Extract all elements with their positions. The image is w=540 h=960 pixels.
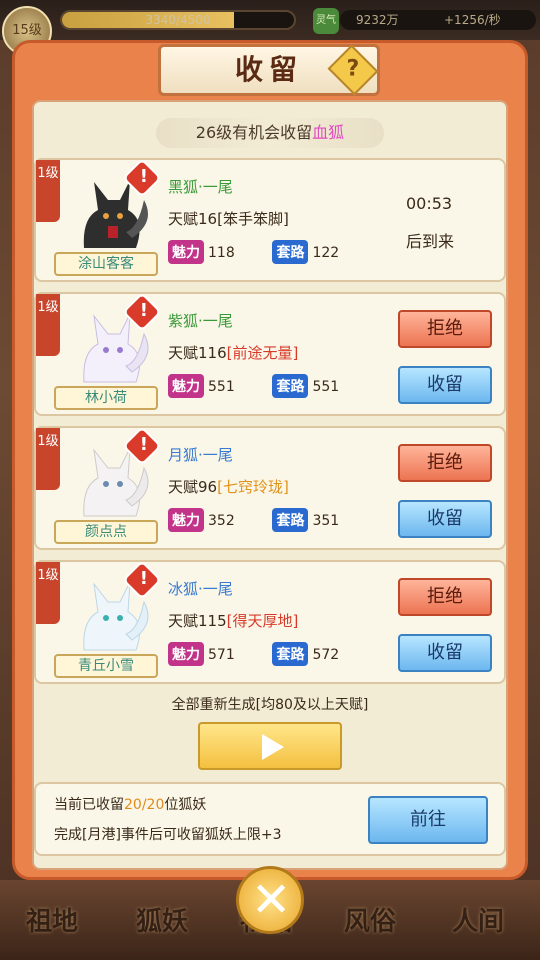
charm-badge: 魅力	[168, 642, 204, 666]
skill-badge: 套路	[272, 240, 309, 264]
charm-badge: 魅力	[168, 374, 204, 398]
adopt-count-prefix: 当前已收留	[54, 797, 124, 813]
nav-ancestral[interactable]: 祖地	[26, 901, 78, 938]
adopt-button[interactable]: 收留	[398, 634, 492, 672]
fox-type: 黑狐·一尾	[168, 178, 233, 196]
reject-button[interactable]: 拒绝	[398, 310, 492, 348]
subtitle-text: 26级有机会收留	[195, 123, 313, 142]
subtitle-highlight: 血狐	[312, 123, 345, 142]
talent-value: 天赋96	[168, 478, 218, 496]
charm-value: 571	[208, 647, 235, 663]
fox-name: 青丘小雪	[54, 654, 158, 678]
stats-row: 魅力 118 套路 122	[168, 240, 372, 264]
talent-value: 天赋116	[168, 344, 227, 362]
talent-trait: [七窍玲珑]	[217, 478, 289, 496]
skill-badge: 套路	[272, 642, 309, 666]
fox-card: 1级 ! 林小荷 紫狐·一尾 天赋116[前途无量] 魅力 551 套路 551 拒…	[34, 292, 506, 416]
nav-world[interactable]: 人间	[452, 901, 504, 938]
charm-value: 352	[208, 513, 235, 529]
talent-trait: [得天厚地]	[226, 612, 299, 630]
skill-value: 122	[312, 245, 340, 261]
limit-hint: 完成[月港]事件后可收留狐妖上限+3	[54, 827, 282, 843]
stats-row: 魅力 571 套路 572	[168, 642, 372, 666]
charm-badge: 魅力	[168, 240, 204, 264]
reject-button[interactable]: 拒绝	[398, 578, 492, 616]
arrival-status: 后到来	[406, 232, 455, 251]
skill-value: 551	[312, 379, 340, 395]
talent-line: 天赋116[前途无量]	[168, 342, 298, 363]
adopt-count: 20/20	[124, 797, 165, 813]
nav-foxes[interactable]: 狐妖	[136, 901, 188, 938]
fox-type: 紫狐·一尾	[168, 312, 233, 330]
close-icon: ✕	[251, 872, 292, 928]
dialog-subtitle: 26级有机会收留血狐	[156, 118, 384, 148]
fox-type: 冰狐·一尾	[168, 580, 233, 598]
experience-bar: 3340/4500	[60, 10, 296, 30]
adopt-count-suffix: 位狐妖	[164, 797, 207, 813]
level-tag: 1级	[36, 294, 60, 356]
level-tag: 1级	[36, 160, 60, 222]
level-tag: 1级	[36, 562, 60, 624]
reject-button[interactable]: 拒绝	[398, 444, 492, 482]
skill-badge: 套路	[272, 508, 309, 532]
stats-row: 魅力 352 套路 351	[168, 508, 372, 532]
fox-card: 1级 ! 颜点点 月狐·一尾 天赋96[七窍玲珑] 魅力 352 套路 351 拒绝…	[34, 426, 506, 550]
question-icon: ?	[346, 56, 360, 82]
talent-trait: [前途无量]	[226, 344, 299, 362]
goto-button[interactable]: 前往	[368, 796, 488, 844]
talent-line: 天赋115[得天厚地]	[168, 610, 298, 631]
talent-line: 天赋16[笨手笨脚]	[168, 208, 289, 229]
adopt-button[interactable]: 收留	[398, 366, 492, 404]
regenerate-hint: 全部重新生成[均80及以上天赋]	[171, 697, 369, 713]
arrival-timer: 00:53	[406, 194, 453, 213]
level-tag: 1级	[36, 428, 60, 490]
charm-value: 118	[208, 245, 235, 261]
talent-trait: [笨手笨脚]	[217, 210, 289, 228]
talent-value: 天赋115	[168, 612, 227, 630]
fox-card: 1级 ! 涂山客客 黑狐·一尾 天赋16[笨手笨脚] 魅力 118 套路 122 0…	[34, 158, 506, 282]
experience-text: 3340/4500	[145, 13, 211, 27]
stats-row: 魅力 551 套路 551	[168, 374, 372, 398]
talent-line: 天赋96[七窍玲珑]	[168, 476, 289, 497]
skill-value: 572	[312, 647, 340, 663]
adopt-limit-box: 当前已收留20/20位狐妖 完成[月港]事件后可收留狐妖上限+3 前往	[34, 782, 506, 856]
fox-name: 涂山客客	[54, 252, 158, 276]
skill-value: 351	[312, 513, 340, 529]
fox-card: 1级 ! 青丘小雪 冰狐·一尾 天赋115[得天厚地] 魅力 571 套路 572 …	[34, 560, 506, 684]
regenerate-play-button[interactable]	[198, 722, 342, 770]
nav-customs[interactable]: 风俗	[344, 901, 396, 938]
close-button[interactable]: ✕	[236, 866, 304, 934]
fox-name: 林小荷	[54, 386, 158, 410]
skill-badge: 套路	[272, 374, 309, 398]
spirit-icon: 灵气	[313, 8, 339, 34]
talent-value: 天赋16	[168, 210, 218, 228]
adopt-button[interactable]: 收留	[398, 500, 492, 538]
resource-value: 9232万	[356, 13, 399, 27]
adopt-count-line: 当前已收留20/20位狐妖	[54, 794, 206, 814]
charm-badge: 魅力	[168, 508, 204, 532]
top-status-bar: 15级 3340/4500 灵气 9232万 +1256/秒	[0, 0, 540, 56]
charm-value: 551	[208, 379, 235, 395]
play-icon	[262, 734, 284, 760]
resource-rate: +1256/秒	[444, 13, 501, 27]
fox-type: 月狐·一尾	[168, 446, 233, 464]
fox-name: 颜点点	[54, 520, 158, 544]
resource-display: 9232万 +1256/秒	[340, 10, 536, 30]
